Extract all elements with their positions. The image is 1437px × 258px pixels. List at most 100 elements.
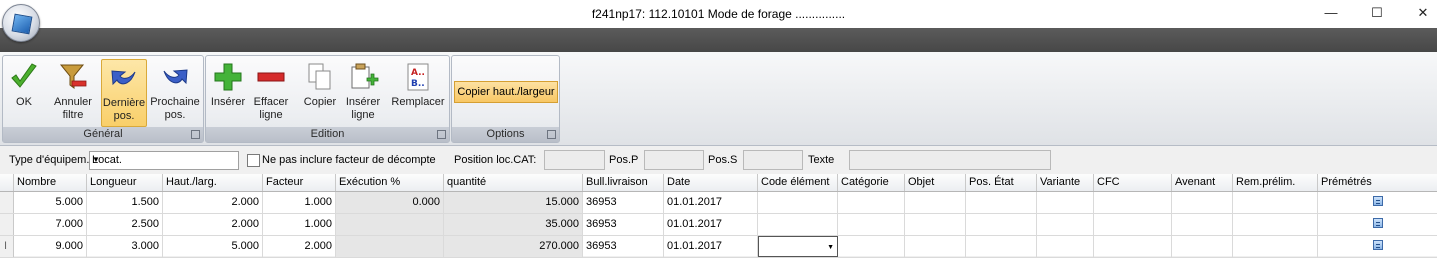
cell-premetres[interactable] bbox=[1318, 214, 1437, 235]
cell-nombre[interactable]: 7.000 bbox=[14, 214, 87, 235]
options-dialog-launcher-icon[interactable] bbox=[547, 130, 556, 139]
position-cat-field[interactable] bbox=[544, 150, 605, 170]
cell-code-element-editor[interactable]: ▼ bbox=[758, 236, 838, 257]
cell-objet[interactable] bbox=[905, 236, 966, 257]
cell-avenant[interactable] bbox=[1172, 214, 1233, 235]
column-header-categorie[interactable]: Catégorie bbox=[838, 174, 905, 191]
cell-haut-larg[interactable]: 5.000 bbox=[163, 236, 263, 257]
cell-longueur[interactable]: 1.500 bbox=[87, 192, 163, 213]
cell-code-element[interactable] bbox=[758, 214, 838, 235]
exclude-factor-checkbox[interactable] bbox=[247, 154, 260, 167]
edition-dialog-launcher-icon[interactable] bbox=[437, 130, 446, 139]
cell-haut-larg[interactable]: 2.000 bbox=[163, 214, 263, 235]
cell-nombre[interactable]: 9.000 bbox=[14, 236, 87, 257]
column-header-rem-prelim[interactable]: Rem.prélim. bbox=[1233, 174, 1318, 191]
cell-objet[interactable] bbox=[905, 192, 966, 213]
row-selector[interactable] bbox=[0, 214, 14, 235]
app-cube-icon bbox=[11, 13, 33, 35]
cell-haut-larg[interactable]: 2.000 bbox=[163, 192, 263, 213]
column-header-facteur[interactable]: Facteur bbox=[263, 174, 336, 191]
cell-nombre[interactable]: 5.000 bbox=[14, 192, 87, 213]
cell-rem-prelim[interactable] bbox=[1233, 214, 1318, 235]
minimize-button[interactable]: — bbox=[1318, 3, 1344, 23]
derniere-pos-button[interactable]: Dernière pos. bbox=[101, 59, 147, 127]
ok-button[interactable]: OK bbox=[4, 59, 44, 125]
column-header-avenant[interactable]: Avenant bbox=[1172, 174, 1233, 191]
chevron-down-icon[interactable]: ▼ bbox=[827, 237, 834, 256]
table-row[interactable]: 7.000 2.500 2.000 1.000 35.000 36953 01.… bbox=[0, 214, 1437, 236]
cell-facteur[interactable]: 1.000 bbox=[263, 192, 336, 213]
row-edit-indicator[interactable]: I bbox=[0, 236, 14, 257]
cell-date[interactable]: 01.01.2017 bbox=[664, 214, 758, 235]
column-header-longueur[interactable]: Longueur bbox=[87, 174, 163, 191]
cell-cfc[interactable] bbox=[1094, 192, 1172, 213]
row-selector[interactable] bbox=[0, 192, 14, 213]
cell-pos-etat[interactable] bbox=[966, 214, 1037, 235]
general-dialog-launcher-icon[interactable] bbox=[191, 130, 200, 139]
cell-bull-livraison[interactable]: 36953 bbox=[583, 192, 664, 213]
table-header: Nombre Longueur Haut./larg. Facteur Exéc… bbox=[0, 174, 1437, 192]
cell-premetres[interactable] bbox=[1318, 236, 1437, 257]
copier-haut-largeur-button[interactable]: Copier haut./largeur bbox=[454, 81, 558, 103]
column-header-premetres[interactable]: Prémétrés bbox=[1318, 174, 1437, 191]
copier-button[interactable]: Copier bbox=[300, 59, 340, 125]
effacer-ligne-button[interactable]: Effacer ligne bbox=[251, 59, 291, 125]
cell-longueur[interactable]: 2.500 bbox=[87, 214, 163, 235]
cell-categorie[interactable] bbox=[838, 192, 905, 213]
pos-s-field[interactable] bbox=[743, 150, 803, 170]
column-header-pos-etat[interactable]: Pos. État bbox=[966, 174, 1037, 191]
close-button[interactable]: ✕ bbox=[1410, 3, 1436, 23]
cell-categorie[interactable] bbox=[838, 214, 905, 235]
cell-date[interactable]: 01.01.2017 bbox=[664, 236, 758, 257]
table-row[interactable]: I 9.000 3.000 5.000 2.000 270.000 36953 … bbox=[0, 236, 1437, 258]
column-header-bull-livraison[interactable]: Bull.livraison bbox=[583, 174, 664, 191]
cell-avenant[interactable] bbox=[1172, 192, 1233, 213]
cell-longueur[interactable]: 3.000 bbox=[87, 236, 163, 257]
cell-code-element[interactable] bbox=[758, 192, 838, 213]
cell-avenant[interactable] bbox=[1172, 236, 1233, 257]
remplacer-button[interactable]: A.. B.. Remplacer bbox=[390, 59, 446, 125]
column-header-quantite[interactable]: quantité bbox=[444, 174, 583, 191]
type-equipement-select[interactable]: Locat. ▼ bbox=[89, 151, 239, 170]
cell-rem-prelim[interactable] bbox=[1233, 236, 1318, 257]
cell-variante[interactable] bbox=[1037, 214, 1094, 235]
prochaine-pos-button[interactable]: Prochaine pos. bbox=[149, 59, 201, 125]
cell-rem-prelim[interactable] bbox=[1233, 192, 1318, 213]
cell-date[interactable]: 01.01.2017 bbox=[664, 192, 758, 213]
type-equipement-label: Type d'équipem. bbox=[9, 154, 90, 166]
maximize-button[interactable]: ☐ bbox=[1364, 3, 1390, 23]
ribbon-group-edition: Insérer Effacer ligne Copier Insérer lig… bbox=[205, 55, 450, 143]
annuler-filtre-button[interactable]: Annuler filtre bbox=[51, 59, 95, 125]
premetres-icon[interactable] bbox=[1372, 196, 1383, 206]
premetres-icon[interactable] bbox=[1372, 218, 1383, 228]
column-header-cfc[interactable]: CFC bbox=[1094, 174, 1172, 191]
cell-premetres[interactable] bbox=[1318, 192, 1437, 213]
column-header-execution[interactable]: Exécution % bbox=[336, 174, 444, 191]
premetres-icon[interactable] bbox=[1372, 240, 1383, 250]
column-header-nombre[interactable]: Nombre bbox=[14, 174, 87, 191]
cell-pos-etat[interactable] bbox=[966, 192, 1037, 213]
app-menu-button[interactable] bbox=[2, 4, 40, 42]
cell-variante[interactable] bbox=[1037, 192, 1094, 213]
inserer-label: Insérer bbox=[210, 96, 246, 108]
inserer-button[interactable]: Insérer bbox=[208, 59, 248, 125]
cell-cfc[interactable] bbox=[1094, 236, 1172, 257]
cell-bull-livraison[interactable]: 36953 bbox=[583, 236, 664, 257]
column-header-variante[interactable]: Variante bbox=[1037, 174, 1094, 191]
cell-facteur[interactable]: 1.000 bbox=[263, 214, 336, 235]
cell-bull-livraison[interactable]: 36953 bbox=[583, 214, 664, 235]
cell-cfc[interactable] bbox=[1094, 214, 1172, 235]
cell-objet[interactable] bbox=[905, 214, 966, 235]
table-row[interactable]: 5.000 1.500 2.000 1.000 0.000 15.000 369… bbox=[0, 192, 1437, 214]
texte-field[interactable] bbox=[849, 150, 1051, 170]
cell-categorie[interactable] bbox=[838, 236, 905, 257]
cell-facteur[interactable]: 2.000 bbox=[263, 236, 336, 257]
cell-pos-etat[interactable] bbox=[966, 236, 1037, 257]
column-header-objet[interactable]: Objet bbox=[905, 174, 966, 191]
pos-p-field[interactable] bbox=[644, 150, 704, 170]
inserer-ligne-button[interactable]: Insérer ligne bbox=[342, 59, 384, 125]
column-header-haut-larg[interactable]: Haut./larg. bbox=[163, 174, 263, 191]
column-header-code-element[interactable]: Code élément bbox=[758, 174, 838, 191]
column-header-date[interactable]: Date bbox=[664, 174, 758, 191]
cell-variante[interactable] bbox=[1037, 236, 1094, 257]
